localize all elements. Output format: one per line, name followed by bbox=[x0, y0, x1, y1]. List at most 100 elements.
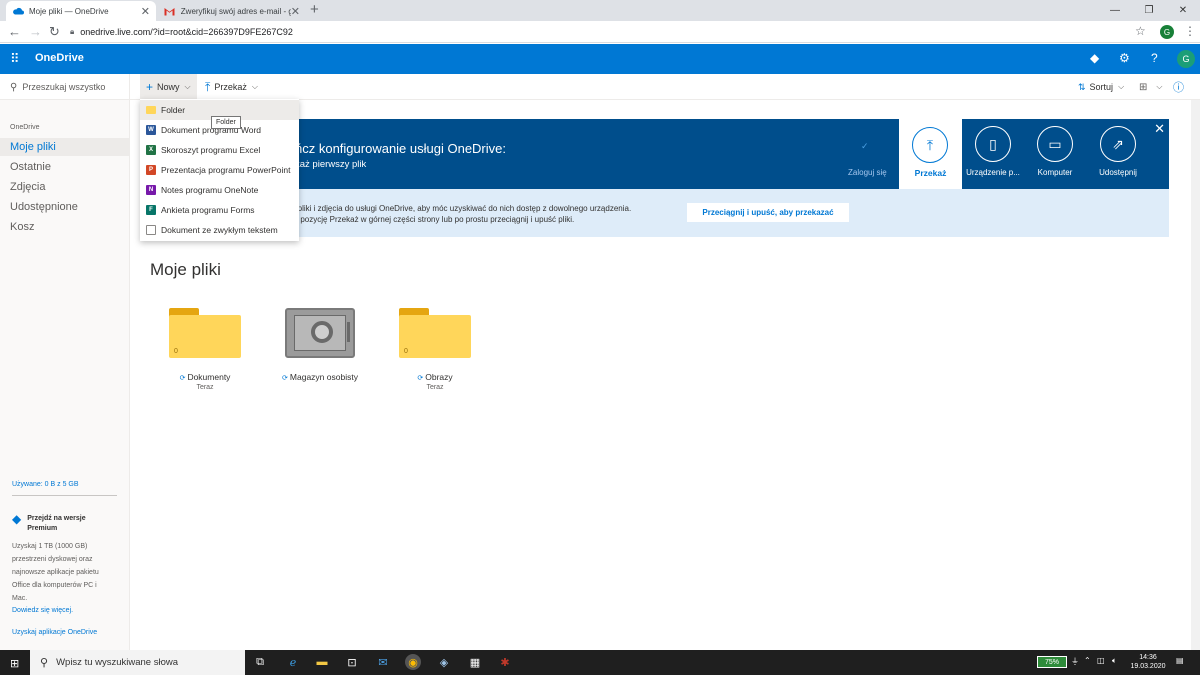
mail-icon[interactable]: ✉ bbox=[375, 654, 391, 670]
tab-close-icon[interactable]: ✕ bbox=[141, 5, 150, 18]
restore-icon[interactable]: ❐ bbox=[1132, 0, 1166, 20]
folder-name[interactable]: Dokumenty bbox=[187, 372, 230, 382]
modified-date: Teraz bbox=[426, 384, 444, 391]
bookmark-star-icon[interactable]: ☆ bbox=[1135, 24, 1146, 38]
sync-icon: ⟳ bbox=[179, 375, 186, 382]
device-step[interactable]: ▯ Urządzenie p... bbox=[962, 119, 1024, 189]
upload-info-line: erz pozycję Przekaż w górnej części stro… bbox=[287, 215, 575, 224]
personal-vault-icon bbox=[285, 308, 355, 358]
power-plug-icon[interactable]: ⏚ bbox=[1071, 656, 1079, 667]
upload-step-label: Przekaż bbox=[914, 168, 947, 178]
share-step[interactable]: ⇗ Udostępnij bbox=[1087, 119, 1149, 189]
notifications-icon[interactable]: ▤ bbox=[1176, 656, 1184, 665]
folder-item-count: 0 bbox=[174, 348, 178, 355]
windows-start-icon[interactable]: ⊞ bbox=[10, 657, 19, 670]
nav-item-recycle-bin[interactable]: Kosz bbox=[0, 218, 129, 236]
url-field[interactable]: 🔒︎ onedrive.live.com/?id=root&cid=266397… bbox=[70, 23, 1130, 41]
menu-item-excel[interactable]: X Skoroszyt programu Excel bbox=[140, 140, 299, 160]
app-launcher-icon[interactable]: ⠿ bbox=[10, 52, 20, 65]
app-title[interactable]: OneDrive bbox=[35, 52, 84, 64]
learn-more-link[interactable]: Dowiedz się więcej. bbox=[12, 605, 122, 617]
search-icon: ⚲ bbox=[40, 657, 49, 669]
upload-button[interactable]: ⤒ Przekaż ⌵ bbox=[199, 74, 264, 100]
menu-item-onenote[interactable]: N Notes programu OneNote bbox=[140, 180, 299, 200]
menu-item-forms[interactable]: F Ankieta programu Forms bbox=[140, 200, 299, 220]
upload-icon: ⤒ bbox=[205, 79, 211, 94]
file-explorer-icon[interactable]: ▬ bbox=[314, 654, 330, 670]
taskbar-search-placeholder: Wpisz tu wyszukiwane słowa bbox=[56, 657, 179, 668]
upload-label: Przekaż bbox=[214, 82, 247, 92]
app-icon[interactable]: ◈ bbox=[436, 654, 452, 670]
setup-steps: ▯ Urządzenie p... ▭ Komputer ⇗ Udostępni… bbox=[962, 119, 1169, 189]
nav-item-photos[interactable]: Zdjęcia bbox=[0, 178, 129, 196]
premium-diamond-icon: ◆ bbox=[12, 512, 22, 526]
nav-item-recent[interactable]: Ostatnie bbox=[0, 158, 129, 176]
new-button[interactable]: + Nowy ⌵ bbox=[140, 74, 197, 100]
sort-icon: ⇅ bbox=[1078, 81, 1086, 92]
sort-button[interactable]: ⇅ Sortuj ⌵ bbox=[1072, 74, 1130, 100]
vault-name[interactable]: Magazyn osobisty bbox=[290, 372, 358, 382]
close-banner-icon[interactable]: ✕ bbox=[1154, 121, 1165, 137]
forward-arrow-icon[interactable]: → bbox=[29, 24, 42, 40]
taskbar-search[interactable]: ⚲ Wpisz tu wyszukiwane słowa bbox=[30, 650, 245, 675]
tab-gmail[interactable]: Zweryfikuj swój adres e-mail - g ✕ bbox=[158, 1, 306, 21]
store-icon[interactable]: ⊡ bbox=[344, 654, 360, 670]
clock-date: 19.03.2020 bbox=[1130, 663, 1166, 670]
menu-item-text[interactable]: Dokument ze zwykłym tekstem bbox=[140, 220, 299, 240]
chevron-down-icon: ⌵ bbox=[1118, 82, 1125, 91]
menu-item-label: Ankieta programu Forms bbox=[161, 205, 255, 215]
tab-close-icon[interactable]: ✕ bbox=[291, 5, 300, 18]
sort-label: Sortuj bbox=[1089, 82, 1114, 92]
checkmark-icon: ✓ bbox=[861, 141, 869, 151]
chevron-up-icon[interactable]: ⌃ bbox=[1084, 656, 1091, 665]
folder-tile-pictures[interactable]: 0 ⟳ Obrazy Teraz bbox=[380, 308, 490, 391]
info-button[interactable]: ⓘ bbox=[1167, 74, 1194, 100]
grid-view-icon: ⊞ bbox=[1139, 81, 1148, 93]
edge-icon[interactable]: ℯ bbox=[285, 654, 301, 670]
tab-onedrive[interactable]: Moje pliki — OneDrive ✕ bbox=[6, 1, 156, 21]
sign-in-step-label: Zaloguj się bbox=[848, 168, 887, 177]
vault-tile[interactable]: ⟳ Magazyn osobisty bbox=[265, 308, 375, 382]
address-bar: ← → ↻ 🔒︎ onedrive.live.com/?id=root&cid=… bbox=[0, 21, 1200, 43]
volume-icon[interactable]: 🔈︎ bbox=[1112, 656, 1117, 666]
drag-drop-button[interactable]: Przeciągnij i upuść, aby przekazać bbox=[687, 203, 849, 222]
task-view-icon[interactable]: ⧉ bbox=[252, 654, 268, 670]
sync-icon: ⟳ bbox=[282, 375, 288, 382]
help-icon[interactable]: ? bbox=[1151, 51, 1158, 65]
search-box[interactable]: ⚲ Przeszukaj wszystko bbox=[0, 74, 130, 100]
gmail-icon bbox=[164, 5, 176, 17]
app-icon[interactable]: ✱ bbox=[497, 654, 513, 670]
new-tab-button[interactable]: + bbox=[310, 2, 319, 18]
chevron-down-icon: ⌵ bbox=[251, 82, 258, 91]
back-arrow-icon[interactable]: ← bbox=[8, 24, 21, 40]
settings-gear-icon[interactable]: ⚙ bbox=[1119, 51, 1130, 65]
close-window-icon[interactable]: ✕ bbox=[1166, 0, 1200, 20]
minimize-icon[interactable]: — bbox=[1098, 0, 1132, 20]
chrome-icon[interactable]: ◉ bbox=[405, 654, 421, 670]
menu-item-powerpoint[interactable]: P Prezentacja programu PowerPoint bbox=[140, 160, 299, 180]
nav-item-my-files[interactable]: Moje pliki bbox=[0, 138, 129, 156]
battery-indicator[interactable]: 75% bbox=[1037, 656, 1067, 668]
chevron-down-icon: ⌵ bbox=[1156, 82, 1163, 91]
menu-item-label: Dokument ze zwykłym tekstem bbox=[161, 225, 278, 235]
premium-diamond-icon[interactable]: ◆ bbox=[1090, 51, 1099, 65]
reload-icon[interactable]: ↻ bbox=[49, 24, 60, 40]
profile-avatar[interactable]: G bbox=[1160, 25, 1174, 39]
browser-menu-icon[interactable]: ⋮ bbox=[1184, 24, 1196, 38]
folder-name[interactable]: Obrazy bbox=[425, 372, 452, 382]
nav-item-shared[interactable]: Udostępnione bbox=[0, 198, 129, 216]
premium-title[interactable]: ◆ Przejdź na wersje Premium bbox=[12, 512, 122, 534]
get-apps-link[interactable]: Uzyskaj aplikacje OneDrive bbox=[12, 629, 97, 636]
system-clock[interactable]: 14:36 19.03.2020 bbox=[1128, 653, 1168, 671]
page-scrollbar[interactable] bbox=[1191, 100, 1200, 650]
network-icon[interactable]: ◫ bbox=[1097, 656, 1105, 665]
account-avatar[interactable]: G bbox=[1177, 50, 1195, 68]
storage-usage-link[interactable]: Używane: 0 B z 5 GB bbox=[12, 481, 79, 488]
url-text: onedrive.live.com/?id=root&cid=266397D9F… bbox=[80, 27, 293, 37]
calculator-icon[interactable]: ▦ bbox=[467, 654, 483, 670]
computer-step[interactable]: ▭ Komputer bbox=[1024, 119, 1086, 189]
powerpoint-icon: P bbox=[146, 165, 156, 175]
view-options-button[interactable]: ⊞ ⌵ bbox=[1133, 74, 1168, 100]
folder-tile-documents[interactable]: 0 ⟳ Dokumenty Teraz bbox=[150, 308, 260, 391]
upload-step[interactable]: ⤒ Przekaż bbox=[899, 119, 962, 189]
